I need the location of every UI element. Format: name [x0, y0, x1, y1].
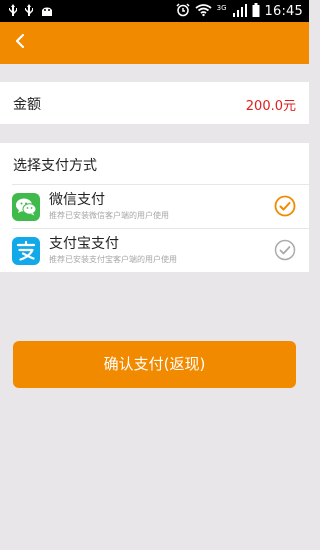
alipay-name: 支付宝支付: [49, 236, 119, 252]
wechat-check-icon[interactable]: [274, 195, 296, 217]
status-bar: 3G 16:45: [0, 0, 309, 22]
amount-row: 金额 200.0元: [0, 82, 309, 124]
back-button[interactable]: [8, 31, 32, 55]
network-type-label: 3G: [216, 3, 227, 12]
amount-value: 200.0元: [245, 99, 296, 114]
alipay-icon: [12, 237, 40, 265]
wifi-icon: [195, 2, 212, 21]
alipay-description: 推荐已安装支付宝客户端的用户使用: [49, 255, 177, 264]
back-chevron-icon: [14, 33, 26, 53]
payment-method-section: 选择支付方式 微信支付 推荐已安装微信客户端的用户使用 支付宝支付 推荐已安装支…: [0, 143, 309, 272]
wechat-icon: [12, 193, 40, 221]
status-left-icons: [8, 3, 54, 22]
app-bar: [0, 22, 309, 64]
status-right-icons: 3G 16:45: [176, 2, 303, 21]
usb-icon: [8, 3, 18, 22]
payment-method-title: 选择支付方式: [13, 158, 97, 174]
battery-icon: [252, 2, 260, 21]
wechat-pay-name: 微信支付: [49, 192, 105, 208]
wechat-pay-description: 推荐已安装微信客户端的用户使用: [49, 211, 169, 220]
wechat-pay-option[interactable]: 微信支付 推荐已安装微信客户端的用户使用: [0, 185, 309, 227]
confirm-payment-button[interactable]: 确认支付(返现): [13, 341, 296, 388]
amount-label: 金额: [13, 97, 41, 113]
android-icon: [40, 3, 54, 22]
signal-icon: [232, 2, 247, 21]
usb-icon: [24, 3, 34, 22]
alipay-option[interactable]: 支付宝支付 推荐已安装支付宝客户端的用户使用: [0, 229, 309, 271]
alipay-check-icon[interactable]: [274, 239, 296, 261]
status-time: 16:45: [264, 3, 303, 19]
alarm-icon: [176, 2, 190, 21]
